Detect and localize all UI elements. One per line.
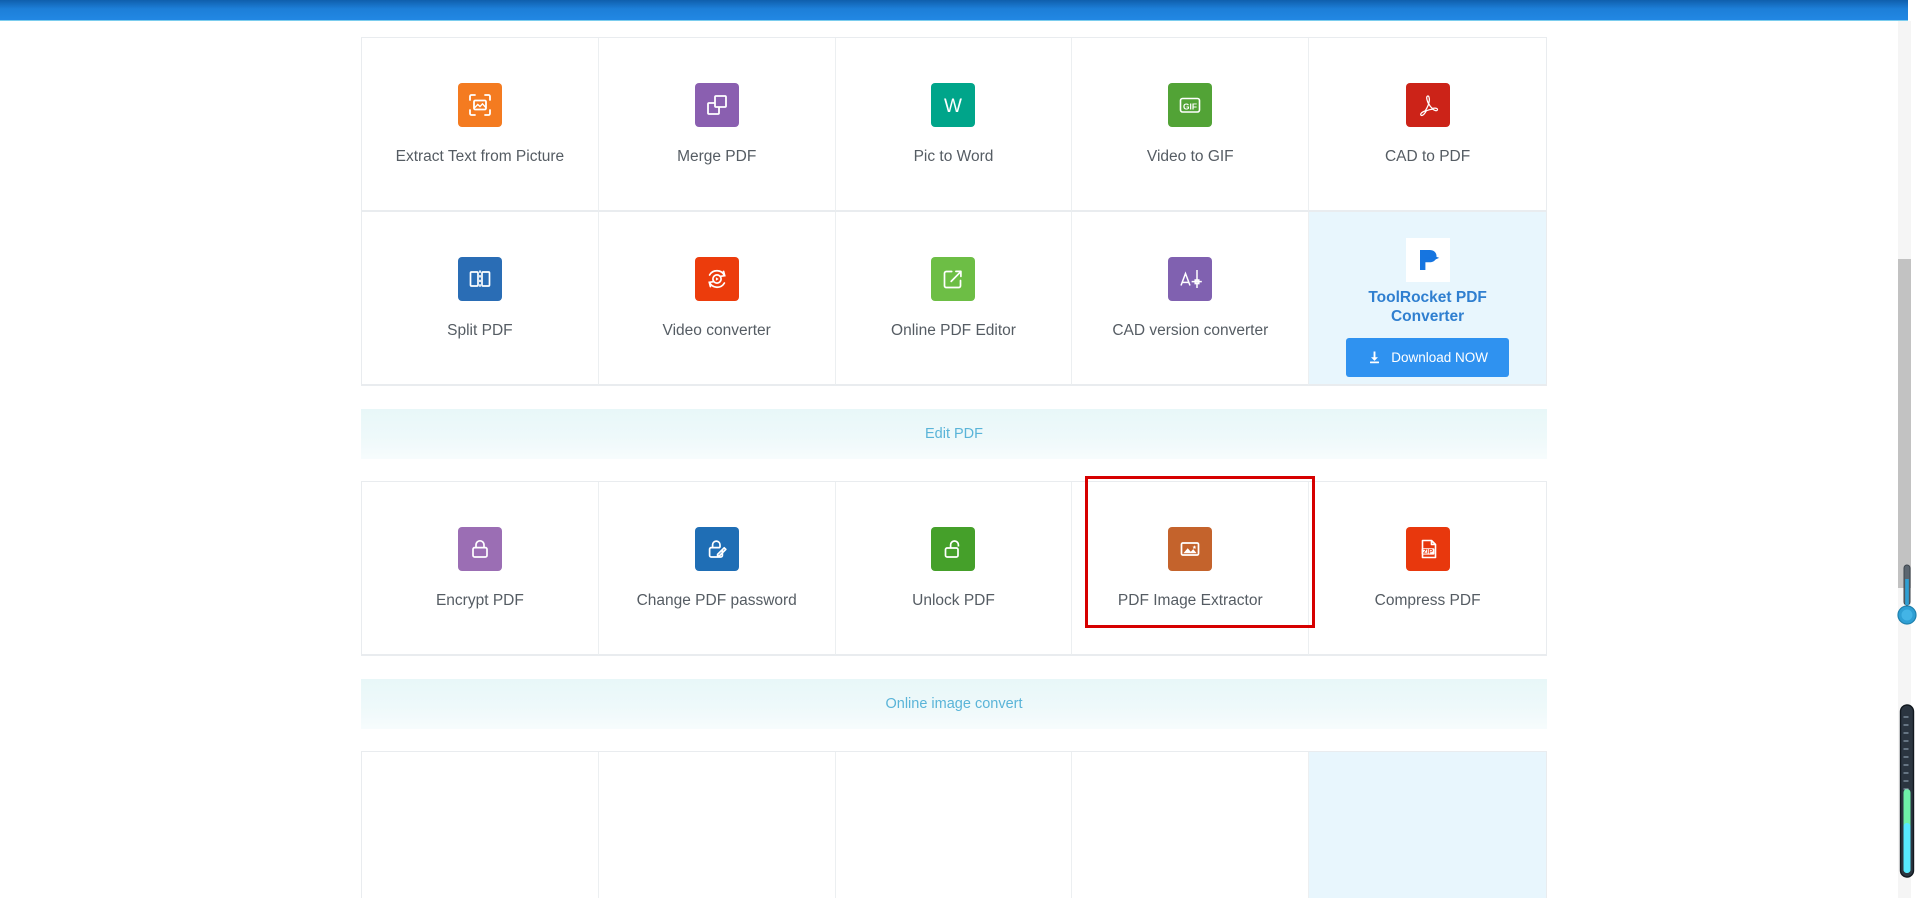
tool-card-encrypt-pdf[interactable]: Encrypt PDF [362, 482, 599, 655]
download-now-button[interactable]: Download NOW [1346, 337, 1510, 377]
tool-label: Video to GIF [1146, 148, 1234, 166]
tool-card-placeholder[interactable] [362, 752, 599, 898]
tool-label: Merge PDF [677, 148, 757, 166]
tool-card-cad-to-pdf[interactable]: CAD to PDF [1309, 38, 1546, 211]
thermometer-indicator-green [1896, 703, 1918, 883]
promo-toolrocket-pdf-converter[interactable]: ToolRocket PDF Converter Download NOW [1309, 212, 1546, 385]
tool-label: CAD version converter [1112, 322, 1269, 340]
acrobat-pdf-icon [1405, 83, 1450, 128]
tool-label: Online PDF Editor [891, 322, 1016, 340]
download-icon [1367, 350, 1382, 365]
tool-label: Unlock PDF [912, 592, 995, 610]
tool-card-online-pdf-editor[interactable]: Online PDF Editor [835, 212, 1073, 385]
tool-grid-row-4-partial [361, 751, 1547, 898]
ocr-scan-icon [457, 83, 502, 128]
browser-page: Extract Text from Picture Merge PDF W Pi… [0, 0, 1920, 898]
section-label: Edit PDF [924, 426, 983, 442]
gif-icon: GIF [1168, 83, 1213, 128]
zip-file-icon: ZIP [1405, 527, 1450, 572]
tool-label: CAD to PDF [1384, 148, 1471, 166]
tool-card-video-converter[interactable]: Video converter [598, 212, 836, 385]
tool-label: Encrypt PDF [435, 592, 524, 610]
section-label: Online image convert [885, 696, 1023, 712]
tool-label: Compress PDF [1374, 592, 1481, 610]
lock-open-icon [931, 527, 976, 572]
download-now-label: Download NOW [1391, 349, 1488, 365]
tool-card-placeholder[interactable] [835, 752, 1073, 898]
tool-card-change-pdf-password[interactable]: Change PDF password [598, 482, 836, 655]
tool-grid-row-1: Extract Text from Picture Merge PDF W Pi… [361, 37, 1547, 212]
tool-card-placeholder-promo[interactable] [1309, 752, 1546, 898]
tool-card-placeholder[interactable] [598, 752, 836, 898]
vertical-scrollbar-thumb[interactable] [1898, 259, 1911, 588]
tool-label: Pic to Word [913, 148, 994, 166]
tool-label: Video converter [662, 322, 771, 340]
tool-card-unlock-pdf[interactable]: Unlock PDF [835, 482, 1073, 655]
cad-letter-a-icon [1168, 257, 1213, 302]
tool-card-split-pdf[interactable]: Split PDF [362, 212, 599, 385]
tool-grid-row-3: Encrypt PDF Change PDF password Unlock P… [361, 476, 1547, 656]
tool-card-pdf-image-extractor[interactable]: PDF Image Extractor [1072, 482, 1310, 655]
thermometer-indicator-blue [1896, 563, 1918, 629]
toolrocket-p-logo-icon [1405, 238, 1450, 282]
page-content: Extract Text from Picture Merge PDF W Pi… [0, 21, 1908, 898]
split-columns-icon [457, 257, 502, 302]
svg-text:W: W [945, 96, 963, 117]
tool-label: Split PDF [447, 322, 513, 340]
browser-top-bar [0, 0, 1908, 21]
tool-card-extract-text-from-picture[interactable]: Extract Text from Picture [362, 38, 599, 211]
content-column: Extract Text from Picture Merge PDF W Pi… [361, 21, 1547, 898]
tool-label: Change PDF password [636, 592, 797, 610]
lock-pencil-icon [694, 527, 739, 572]
tool-grid-row-2: Split PDF Video converter Online PDF Edi… [361, 212, 1547, 386]
tool-card-pic-to-word[interactable]: W Pic to Word [835, 38, 1073, 211]
promo-title: ToolRocket PDF Converter [1368, 289, 1487, 326]
tool-card-video-to-gif[interactable]: GIF Video to GIF [1072, 38, 1310, 211]
section-header-online-image-convert[interactable]: Online image convert [361, 679, 1547, 729]
video-play-refresh-icon [694, 257, 739, 302]
tool-card-compress-pdf[interactable]: ZIP Compress PDF [1309, 482, 1546, 655]
tool-card-cad-version-converter[interactable]: CAD version converter [1072, 212, 1310, 385]
tool-card-placeholder[interactable] [1072, 752, 1310, 898]
picture-mountain-icon [1168, 527, 1213, 572]
lock-closed-icon [457, 527, 502, 572]
merge-squares-icon [694, 83, 739, 128]
svg-text:ZIP: ZIP [1423, 549, 1434, 556]
edit-pencil-square-icon [931, 257, 976, 302]
tool-card-merge-pdf[interactable]: Merge PDF [598, 38, 836, 211]
svg-text:GIF: GIF [1183, 102, 1197, 112]
tool-label: PDF Image Extractor [1117, 592, 1263, 610]
word-w-icon: W [931, 83, 976, 128]
tool-label: Extract Text from Picture [395, 148, 565, 166]
section-header-edit-pdf[interactable]: Edit PDF [361, 409, 1547, 459]
